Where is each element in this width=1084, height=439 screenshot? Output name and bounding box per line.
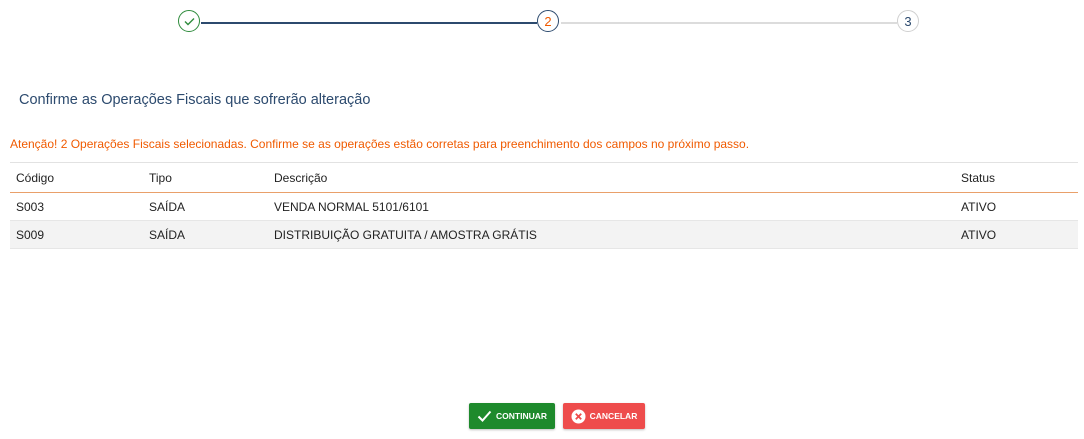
stepper-line-pending [561, 22, 897, 24]
check-icon [477, 410, 492, 422]
cell-tipo: SAÍDA [149, 199, 186, 214]
warning-message: Atenção! 2 Operações Fiscais selecionada… [10, 137, 750, 151]
stepper: 2 3 [0, 10, 1084, 36]
cell-tipo: SAÍDA [149, 227, 186, 242]
table-row[interactable]: S009 SAÍDA DISTRIBUIÇÃO GRATUITA / AMOST… [10, 220, 1078, 249]
cell-status: ATIVO [961, 227, 997, 242]
close-circle-icon [571, 409, 586, 423]
step-3-pending: 3 [897, 10, 919, 32]
column-header-descricao[interactable]: Descrição [274, 163, 961, 193]
table-row[interactable]: S003 SAÍDA VENDA NORMAL 5101/6101 ATIVO [10, 193, 1078, 221]
column-header-status[interactable]: Status [961, 163, 1078, 193]
page-title: Confirme as Operações Fiscais que sofrer… [19, 92, 371, 108]
step-1-completed [178, 10, 200, 32]
column-header-tipo[interactable]: Tipo [149, 163, 274, 193]
cell-descricao: DISTRIBUIÇÃO GRATUITA / AMOSTRA GRÁTIS [274, 227, 537, 242]
cell-codigo: S009 [16, 227, 45, 242]
cell-descricao: VENDA NORMAL 5101/6101 [274, 199, 429, 214]
table-header-row: Código Tipo Descrição Status [10, 162, 1078, 193]
cell-codigo: S003 [16, 199, 45, 214]
check-icon [184, 18, 195, 26]
continue-button-label: CONTINUAR [496, 411, 547, 421]
operations-table: Código Tipo Descrição Status S003 SAÍDA … [10, 162, 1078, 249]
stepper-line-completed [201, 22, 537, 24]
cell-status: ATIVO [961, 199, 997, 214]
continue-button[interactable]: CONTINUAR [469, 403, 555, 429]
cancel-button[interactable]: CANCELAR [563, 403, 645, 429]
column-header-codigo[interactable]: Código [10, 163, 149, 193]
step-2-current: 2 [537, 10, 559, 32]
cancel-button-label: CANCELAR [589, 411, 638, 421]
